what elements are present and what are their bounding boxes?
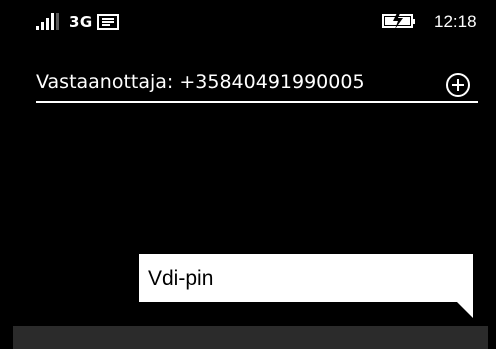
recipient-field[interactable]: Vastaanottaja: +35840491990005 [36, 64, 478, 104]
bottom-bar [13, 326, 488, 349]
signal-strength-icon [36, 13, 59, 30]
message-text: Vdi-pin [148, 267, 214, 290]
message-icon [97, 14, 119, 30]
message-bubble: Vdi-pin [139, 254, 473, 302]
bubble-tail [456, 301, 473, 318]
network-type-label: 3G [69, 13, 93, 31]
clock: 12:18 [434, 12, 477, 31]
plus-circle-icon[interactable] [445, 72, 471, 98]
recipient-text: Vastaanottaja: +35840491990005 [36, 71, 365, 93]
recipient-underline [36, 101, 478, 103]
status-bar: 3G 12:18 [0, 0, 496, 40]
battery-charging-icon [382, 11, 415, 29]
